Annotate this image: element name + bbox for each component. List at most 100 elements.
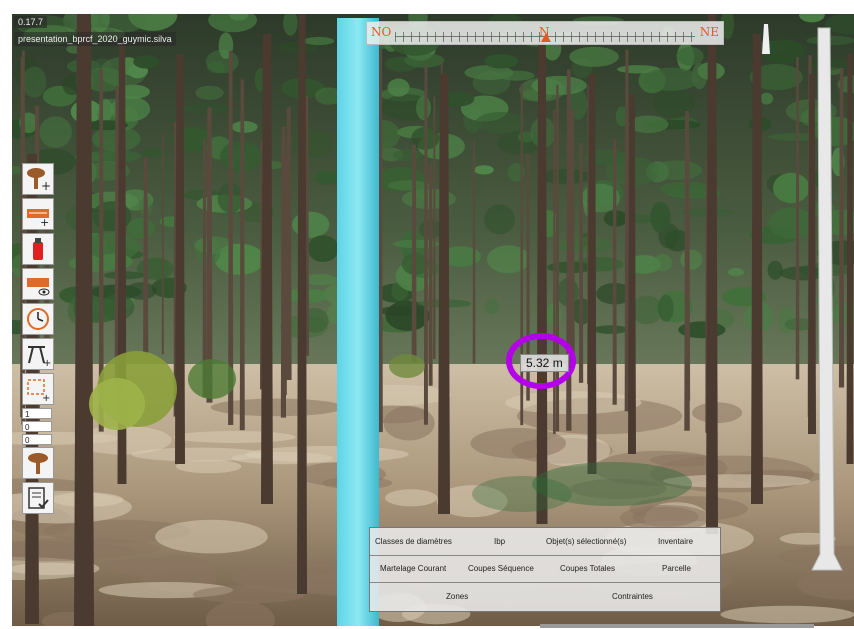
foliage-clump: [658, 294, 674, 322]
menu-row-2: Martelage Courant Coupes Séquence Coupes…: [370, 555, 720, 583]
foliage-clump: [307, 235, 339, 262]
tree-trunk: [628, 94, 636, 454]
value-field-1[interactable]: 1: [22, 408, 52, 419]
tree-trunk: [411, 144, 417, 363]
tree-trunk: [578, 143, 584, 383]
menu-sequence-cuts[interactable]: Coupes Séquence: [468, 564, 534, 573]
foliage-clump: [388, 180, 430, 191]
clock-icon: [27, 308, 49, 330]
menu-diameter-classes[interactable]: Classes de diamètres: [375, 537, 452, 546]
foliage-clump: [141, 148, 163, 158]
tree-trunk: [684, 111, 690, 431]
foliage-clump: [392, 149, 422, 161]
tree-trunk: [284, 154, 287, 396]
compass-heading-marker: [541, 33, 551, 42]
ground-mound: [173, 431, 296, 443]
foliage-clump: [727, 267, 744, 277]
foliage-clump: [484, 204, 515, 235]
easel-add-icon: +: [28, 346, 51, 367]
ground-mound: [720, 605, 854, 624]
spray-can-icon: [33, 238, 43, 260]
compass-bar: NO N NE: [366, 21, 724, 45]
foliage-clump: [680, 249, 703, 270]
menu-row-3: Zones Contraintes: [370, 583, 720, 610]
tree-trunk: [846, 54, 854, 464]
foliage-clump: [484, 54, 518, 69]
tree-trunk: [206, 107, 213, 403]
foliage-clump: [558, 237, 611, 254]
tree-trunk: [808, 74, 816, 434]
tree-trunk: [239, 79, 245, 431]
add-tree-button[interactable]: +: [22, 163, 54, 195]
ground-mound: [99, 559, 172, 574]
tree-trunk: [612, 139, 617, 405]
svg-text:+: +: [40, 216, 49, 227]
tree-trunk: [261, 34, 273, 504]
foliage-clump: [101, 151, 115, 160]
analysis-menu-panel: Classes de diamètres Ibp Objet(s) sélect…: [369, 527, 721, 612]
menu-ibp[interactable]: Ibp: [494, 537, 505, 546]
add-selection-zone-button[interactable]: +: [22, 373, 54, 405]
foliage-clump: [654, 254, 673, 272]
foliage-clump: [39, 116, 72, 148]
menu-plot[interactable]: Parcelle: [662, 564, 691, 573]
foliage-clump: [676, 46, 704, 66]
foliage-clump: [182, 103, 230, 115]
ground-mound: [155, 519, 268, 554]
foliage-clump: [485, 298, 499, 315]
tree-info-button[interactable]: [22, 447, 54, 479]
value-field-3[interactable]: 0: [22, 434, 52, 445]
foliage-clump: [498, 70, 535, 81]
menu-inventory[interactable]: Inventaire: [658, 537, 693, 546]
add-measure-button[interactable]: +: [22, 198, 54, 230]
svg-text:+: +: [42, 393, 50, 402]
tree-trunk: [202, 138, 207, 398]
tree-trunk: [297, 14, 307, 594]
add-sign-button[interactable]: +: [22, 338, 54, 370]
foliage-clump: [315, 170, 339, 185]
spray-marking-button[interactable]: [22, 233, 54, 265]
foliage-clump: [474, 165, 494, 175]
foliage-clump: [768, 207, 815, 239]
ground-mound: [176, 459, 242, 474]
tree-icon: [28, 453, 48, 474]
tree-trunk: [472, 140, 476, 364]
tree-trunk: [74, 14, 94, 626]
validate-checklist-button[interactable]: [22, 482, 54, 514]
measure-view-icon: [27, 278, 50, 296]
foliage-clump: [760, 92, 774, 105]
foliage-clump: [127, 217, 155, 239]
version-label: 0.17.7: [14, 16, 48, 28]
foliage-clump: [194, 236, 235, 254]
view-measures-button[interactable]: [22, 268, 54, 300]
foliage-clump: [133, 55, 160, 69]
foliage-clump: [291, 128, 333, 158]
tree-trunk: [587, 74, 597, 474]
bottom-scrollbar[interactable]: [540, 624, 814, 628]
menu-current-marking[interactable]: Martelage Courant: [380, 564, 446, 573]
tree-trunk: [438, 74, 450, 514]
foliage-clump: [195, 85, 224, 100]
foliage-clump: [569, 46, 619, 67]
svg-text:+: +: [43, 358, 51, 367]
tool-sidebar: + + + + 1 0 0: [22, 163, 54, 517]
tree-trunk: [285, 107, 292, 380]
foliage-clump: [22, 66, 47, 98]
tree-trunk: [161, 133, 164, 355]
foliage-clump: [475, 112, 526, 134]
menu-total-cuts[interactable]: Coupes Totales: [560, 564, 615, 573]
menu-row-1: Classes de diamètres Ibp Objet(s) sélect…: [370, 528, 720, 556]
tree-trunk: [428, 163, 433, 386]
menu-zones[interactable]: Zones: [446, 592, 468, 601]
foliage-clump: [592, 325, 629, 334]
menu-constraints[interactable]: Contraintes: [612, 592, 653, 601]
foliage-clump: [292, 211, 330, 238]
foliage-clump: [486, 245, 530, 274]
foliage-clump: [387, 78, 410, 97]
ground-mound: [385, 489, 438, 507]
value-field-2[interactable]: 0: [22, 421, 52, 432]
tree-trunk: [433, 96, 436, 360]
timeline-button[interactable]: [22, 303, 54, 335]
menu-selected-objects[interactable]: Objet(s) sélectionné(s): [546, 537, 626, 546]
foliage-clump: [231, 121, 258, 133]
